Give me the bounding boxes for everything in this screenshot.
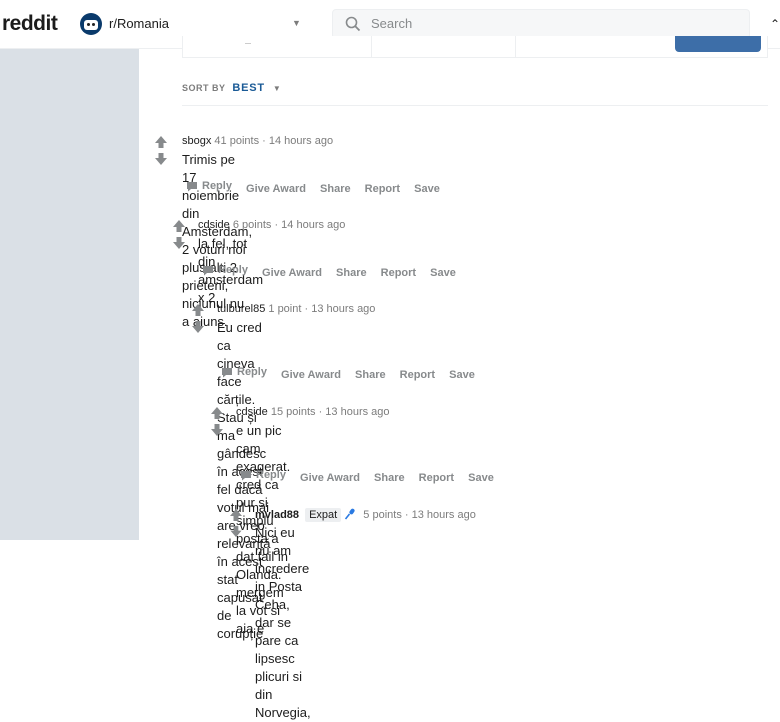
- comment-body: Nici eu nu am incredere in Posta Ceha, d…: [255, 524, 311, 722]
- report-button[interactable]: Report: [381, 267, 416, 279]
- comment-author[interactable]: mvlad88: [255, 509, 299, 521]
- save-button[interactable]: Save: [430, 267, 456, 279]
- report-button[interactable]: Report: [419, 472, 454, 484]
- reddit-logo[interactable]: reddit: [2, 12, 58, 36]
- microphone-icon: [345, 508, 355, 520]
- comment-actions: Reply Give Award Share Report Save: [240, 469, 505, 484]
- save-button[interactable]: Save: [468, 472, 494, 484]
- comment-actions: Reply Give Award Share Report Save: [186, 180, 451, 195]
- user-menu-chevron-icon[interactable]: ⌃: [770, 17, 780, 31]
- comment-points: 41 points: [214, 135, 260, 147]
- upvote-icon[interactable]: [172, 219, 186, 233]
- comment-meta: cdside 6 points · 14 hours ago: [198, 219, 346, 231]
- search-input[interactable]: [369, 15, 733, 32]
- comment-meta: sbogx 41 points · 14 hours ago: [182, 135, 334, 147]
- reply-button[interactable]: Reply: [186, 180, 232, 192]
- comment-author[interactable]: cdside: [198, 219, 230, 231]
- share-button[interactable]: Share: [336, 267, 367, 279]
- downvote-icon[interactable]: [191, 320, 205, 334]
- downvote-icon[interactable]: [229, 525, 243, 538]
- sort-label: SORT BY: [182, 83, 226, 93]
- save-button[interactable]: Save: [414, 183, 440, 195]
- user-flair: Expat: [305, 508, 342, 522]
- sort-selector[interactable]: SORT BY BEST ▼: [182, 82, 281, 94]
- reply-button[interactable]: Reply: [240, 469, 286, 481]
- save-button[interactable]: Save: [449, 369, 475, 381]
- upvote-icon[interactable]: [229, 508, 243, 522]
- give-award-button[interactable]: Give Award: [300, 472, 360, 484]
- reply-label: Reply: [202, 180, 232, 192]
- comment-editor-toolbar: [182, 36, 768, 58]
- reply-icon: [187, 181, 197, 191]
- reply-label: Reply: [256, 469, 286, 481]
- share-button[interactable]: Share: [374, 472, 405, 484]
- downvote-icon[interactable]: [154, 152, 168, 166]
- downvote-icon[interactable]: [172, 236, 186, 250]
- reply-label: Reply: [218, 264, 248, 276]
- search-icon: [345, 16, 361, 32]
- comment-meta: tulburel85 1 point · 13 hours ago: [217, 303, 376, 315]
- report-button[interactable]: Report: [400, 369, 435, 381]
- give-award-button[interactable]: Give Award: [246, 183, 306, 195]
- comment-points: 5 points: [363, 509, 402, 521]
- reply-button[interactable]: Reply: [221, 366, 267, 378]
- subreddit-selector[interactable]: r/Romania ▼: [80, 12, 310, 38]
- comment-actions: Reply Give Award Share Report Save: [221, 366, 486, 381]
- divider: [182, 105, 768, 106]
- comment-time[interactable]: 13 hours ago: [325, 406, 389, 418]
- share-button[interactable]: Share: [320, 183, 351, 195]
- reply-label: Reply: [237, 366, 267, 378]
- comment-author[interactable]: sbogx: [182, 135, 211, 147]
- left-background: [0, 49, 139, 540]
- comment-points: 1 point: [268, 303, 302, 315]
- toolbar-divider: [515, 36, 516, 57]
- chevron-down-icon: ▼: [272, 84, 282, 93]
- comment-author[interactable]: tulburel85: [217, 303, 265, 315]
- reply-icon: [222, 367, 232, 377]
- upvote-icon[interactable]: [210, 406, 224, 420]
- comment-time[interactable]: 13 hours ago: [311, 303, 375, 315]
- reply-button[interactable]: Reply: [202, 264, 248, 276]
- comment-author[interactable]: cdside: [236, 406, 268, 418]
- comment-submit-button[interactable]: [675, 36, 761, 52]
- sort-value: BEST: [232, 82, 265, 94]
- report-button[interactable]: Report: [365, 183, 400, 195]
- comment-time[interactable]: 14 hours ago: [281, 219, 345, 231]
- reply-icon: [241, 470, 251, 480]
- comment-actions: Reply Give Award Share Report Save: [202, 264, 467, 279]
- upvote-icon[interactable]: [191, 303, 205, 317]
- reply-icon: [203, 265, 213, 275]
- toolbar-divider: [245, 39, 251, 44]
- share-button[interactable]: Share: [355, 369, 386, 381]
- comment-meta: cdside 15 points · 13 hours ago: [236, 406, 390, 418]
- comment-meta: mvlad88 Expat 5 points · 13 hours ago: [255, 508, 476, 522]
- subreddit-avatar-icon: [80, 13, 102, 35]
- comment-points: 15 points: [270, 406, 316, 418]
- chevron-down-icon: ▼: [292, 18, 301, 28]
- comment-time[interactable]: 14 hours ago: [269, 135, 333, 147]
- toolbar-divider: [371, 36, 372, 57]
- comment-points: 6 points: [232, 219, 272, 231]
- give-award-button[interactable]: Give Award: [262, 267, 322, 279]
- comment-line: Nici eu nu am incredere in Posta Ceha, d…: [255, 525, 311, 720]
- comment-time[interactable]: 13 hours ago: [412, 509, 476, 521]
- downvote-icon[interactable]: [210, 423, 224, 437]
- search-bar[interactable]: [332, 9, 750, 39]
- subreddit-name: r/Romania: [109, 16, 169, 31]
- give-award-button[interactable]: Give Award: [281, 369, 341, 381]
- upvote-icon[interactable]: [154, 135, 168, 149]
